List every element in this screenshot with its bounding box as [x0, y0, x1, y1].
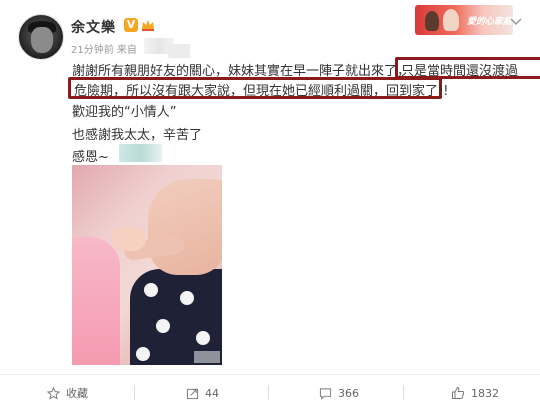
- comment-icon: [319, 387, 332, 400]
- username[interactable]: 余文樂: [71, 17, 116, 37]
- banner-person-2: [443, 9, 459, 31]
- post-line-3: 歡迎我的“小情人”: [72, 105, 177, 120]
- favorite-button[interactable]: 收藏: [47, 384, 88, 402]
- post-photo[interactable]: [72, 165, 222, 365]
- avatar[interactable]: [18, 14, 64, 60]
- photo-pink-clothes: [72, 237, 120, 365]
- emoji-blurred: [119, 144, 162, 162]
- comment-button[interactable]: 366: [319, 384, 359, 402]
- comment-count: 366: [338, 386, 359, 400]
- post-source: 来自: [116, 45, 137, 56]
- crown-icon: [142, 20, 154, 31]
- like-button[interactable]: 1832: [451, 384, 499, 402]
- action-separator: [403, 385, 404, 400]
- repost-icon: [186, 388, 199, 399]
- weibo-post-card: 余文樂 V 21分钟前 来自 愛的心家庭 謝謝所有親朋好友的關心，妹妹其實在早一…: [0, 0, 540, 410]
- star-icon: [47, 386, 60, 400]
- highlight-box-2: 危險期，所以沒有跟大家說，但現在她已經順利過關，回到家了!!: [68, 77, 448, 99]
- favorite-label: 收藏: [66, 387, 88, 400]
- banner-text: 愛的心家庭: [467, 17, 513, 27]
- photo-dot: [196, 331, 210, 345]
- repost-button[interactable]: 44: [186, 384, 219, 402]
- source-blurred-2: [168, 44, 190, 58]
- photo-baby-hand: [112, 227, 146, 251]
- post-meta: 21分钟前 来自: [71, 41, 137, 56]
- like-icon: [452, 386, 465, 399]
- repost-count: 44: [205, 386, 219, 400]
- promo-banner[interactable]: 愛的心家庭: [415, 5, 513, 35]
- post-time[interactable]: 21分钟前: [71, 45, 114, 56]
- like-count: 1832: [471, 386, 499, 400]
- photo-adult-hand: [148, 179, 222, 275]
- post-line-4: 也感謝我太太，辛苦了: [72, 128, 203, 143]
- chevron-down-icon[interactable]: [509, 14, 523, 28]
- avatar-face: [31, 27, 53, 53]
- action-divider: [0, 374, 540, 375]
- photo-dot: [136, 347, 150, 361]
- banner-person-1: [425, 11, 439, 31]
- verified-badge: V: [124, 18, 138, 32]
- photo-dot: [180, 291, 194, 305]
- photo-dot: [144, 283, 158, 297]
- photo-dot: [156, 319, 170, 333]
- action-separator: [134, 385, 135, 400]
- photo-watermark: [194, 351, 220, 363]
- highlight-box-1: 只是當時間還沒渡過: [395, 57, 540, 79]
- post-line-5: 感恩~: [72, 150, 109, 165]
- action-separator: [268, 385, 269, 400]
